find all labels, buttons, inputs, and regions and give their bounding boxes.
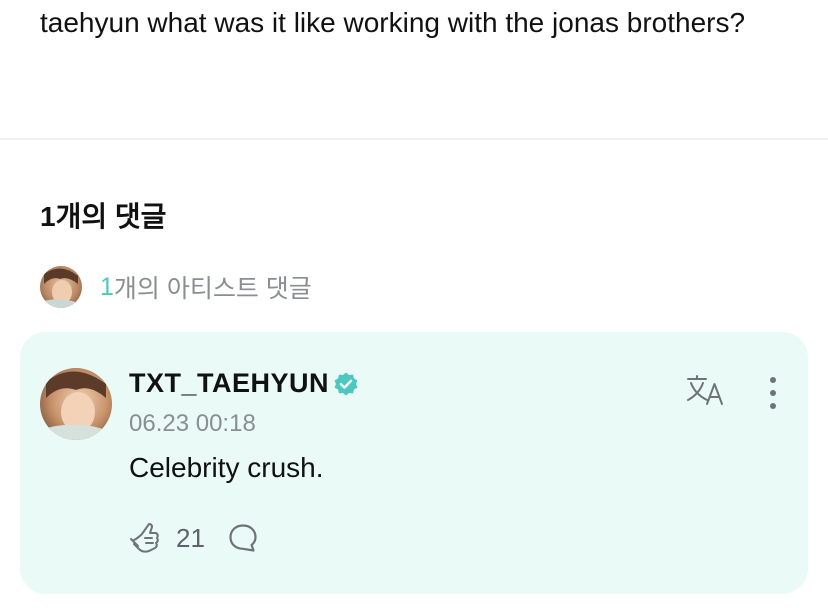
- comment-text: Celebrity crush.: [129, 452, 324, 483]
- comment-actions: 21: [128, 520, 259, 556]
- like-count: 21: [176, 522, 205, 553]
- artist-comments-label: 1 개의 아티스트 댓글: [100, 269, 312, 305]
- post-text: taehyun what was it like working with th…: [40, 7, 746, 38]
- reply-bubble-icon[interactable]: [227, 522, 259, 554]
- user-avatar[interactable]: [40, 368, 112, 440]
- verified-badge-icon: [333, 371, 359, 397]
- artist-comments-filter[interactable]: 1 개의 아티스트 댓글: [40, 266, 312, 308]
- comment-count-heading: 1개의 댓글: [40, 201, 167, 232]
- translate-icon[interactable]: [685, 374, 729, 410]
- section-divider: [0, 138, 828, 140]
- more-options-icon[interactable]: [760, 374, 786, 414]
- artist-avatar-small: [40, 266, 82, 308]
- username-row: TXT_TAEHYUN: [129, 368, 359, 399]
- username[interactable]: TXT_TAEHYUN: [129, 368, 329, 399]
- artist-comment-card: TXT_TAEHYUN 06.23 00:18 Celebrity crush.: [20, 332, 808, 594]
- artist-comment-text: 개의 아티스트 댓글: [113, 275, 312, 303]
- artist-comment-count: 1: [100, 272, 114, 301]
- comment-timestamp: 06.23 00:18: [129, 410, 256, 437]
- like-hand-icon[interactable]: [128, 520, 164, 556]
